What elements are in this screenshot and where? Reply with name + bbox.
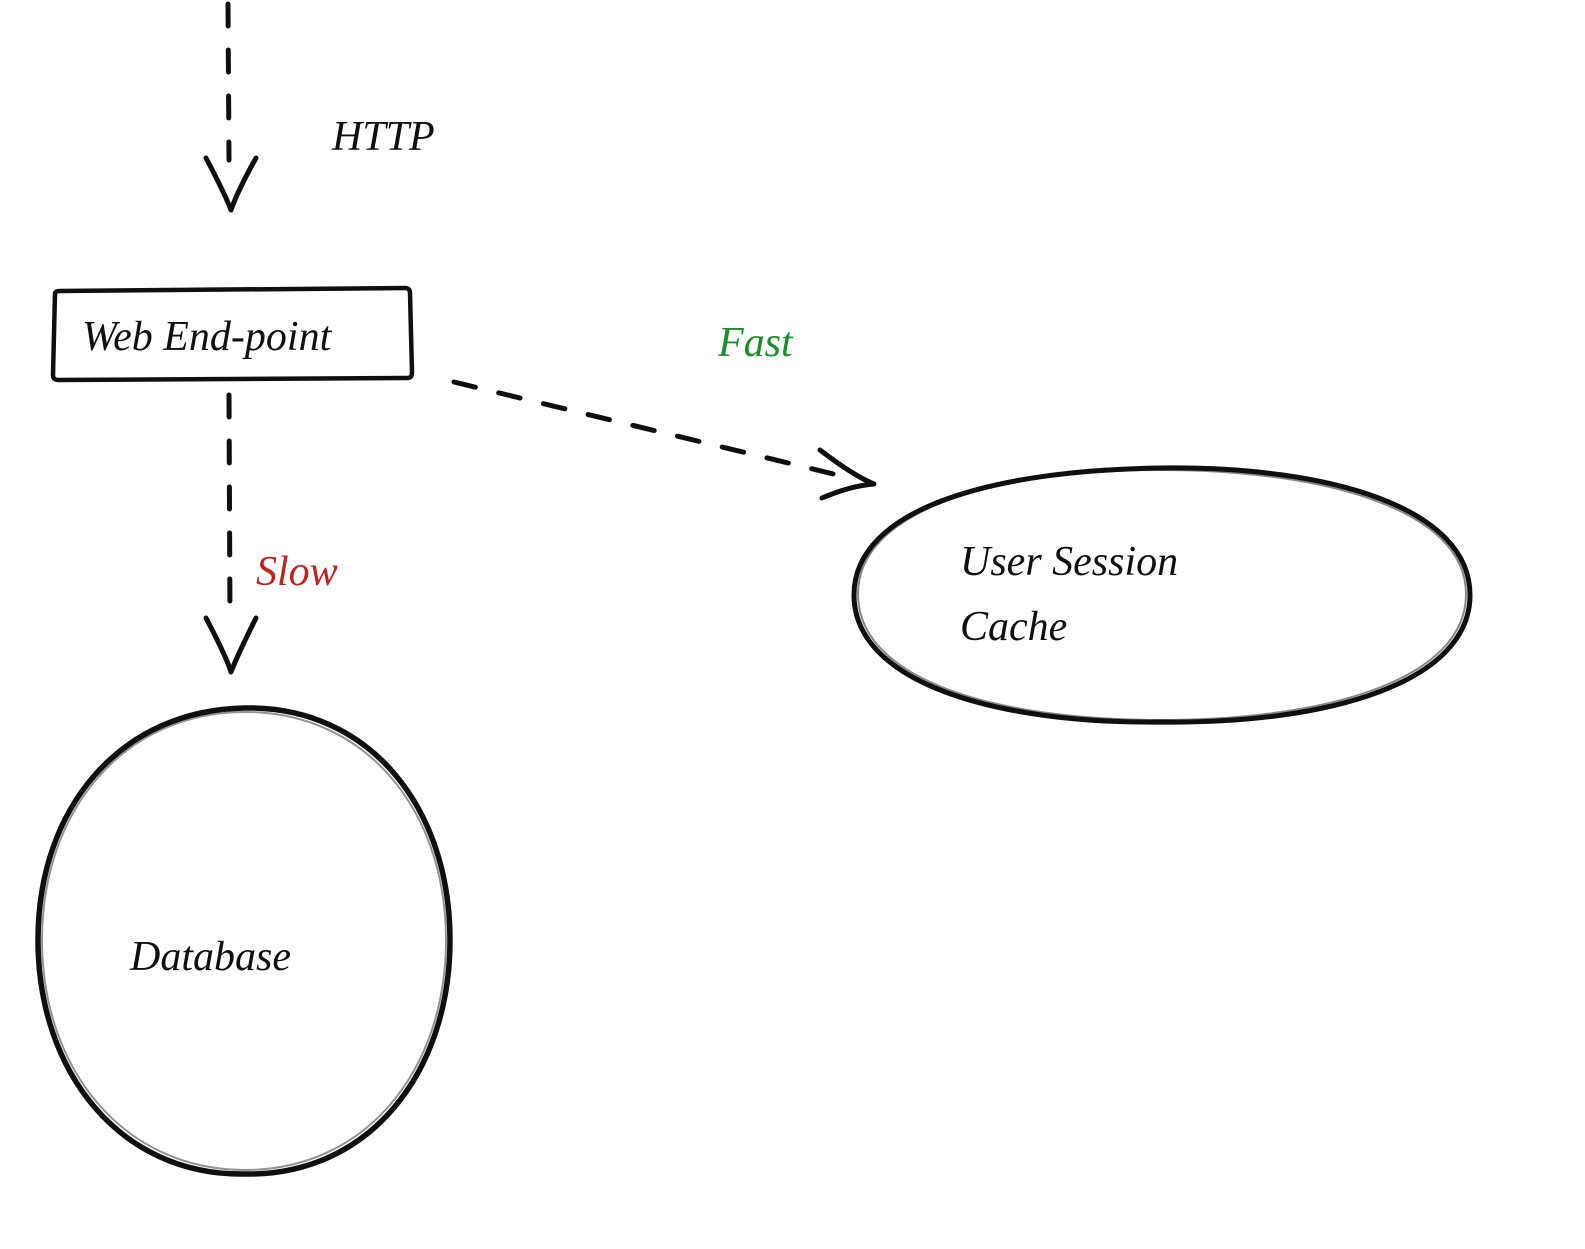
edge-fast: Fast xyxy=(454,320,874,498)
edge-fast-label: Fast xyxy=(717,320,794,366)
edge-slow: Slow xyxy=(206,395,338,672)
edge-slow-label: Slow xyxy=(256,549,338,595)
edge-http-label: HTTP xyxy=(331,114,435,160)
architecture-diagram: HTTP Web End-point Fast User Session Cac… xyxy=(0,0,1585,1249)
node-user-session-cache: User Session Cache xyxy=(854,468,1470,722)
edge-http: HTTP xyxy=(206,4,435,210)
user-session-cache-label-2: Cache xyxy=(960,604,1067,650)
node-database: Database xyxy=(38,708,450,1174)
node-web-endpoint: Web End-point xyxy=(53,288,412,380)
user-session-cache-label-1: User Session xyxy=(960,539,1178,585)
database-label: Database xyxy=(129,934,291,980)
web-endpoint-label: Web End-point xyxy=(82,314,333,360)
